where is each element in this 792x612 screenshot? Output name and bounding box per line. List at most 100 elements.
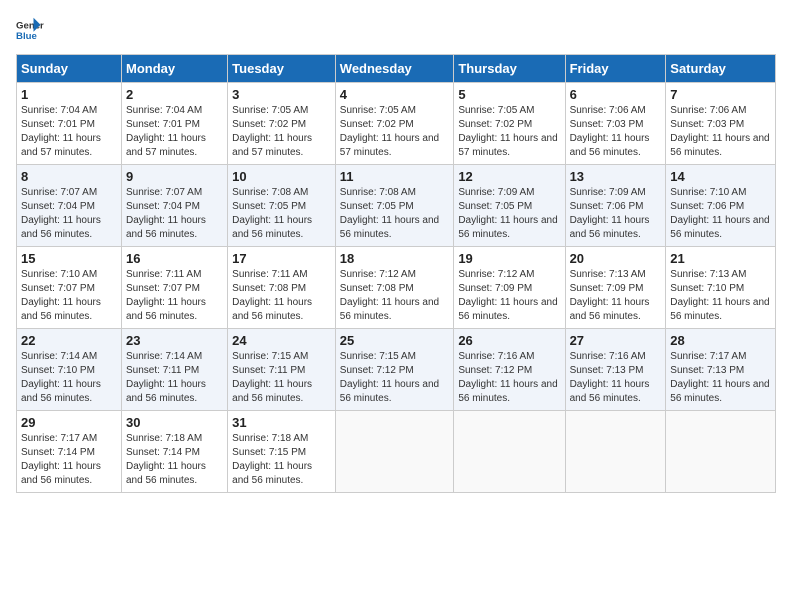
day-number: 18 bbox=[340, 251, 450, 266]
calendar-cell bbox=[335, 411, 454, 493]
calendar-cell: 6 Sunrise: 7:06 AMSunset: 7:03 PMDayligh… bbox=[565, 83, 666, 165]
day-detail: Sunrise: 7:12 AMSunset: 7:08 PMDaylight:… bbox=[340, 268, 450, 324]
day-detail: Sunrise: 7:04 AMSunset: 7:01 PMDaylight:… bbox=[21, 104, 117, 160]
day-number: 12 bbox=[458, 169, 560, 184]
day-number: 27 bbox=[570, 333, 662, 348]
day-number: 15 bbox=[21, 251, 117, 266]
column-header-tuesday: Tuesday bbox=[228, 55, 336, 83]
day-detail: Sunrise: 7:15 AMSunset: 7:11 PMDaylight:… bbox=[232, 350, 331, 406]
day-detail: Sunrise: 7:08 AMSunset: 7:05 PMDaylight:… bbox=[340, 186, 450, 242]
day-number: 2 bbox=[126, 87, 223, 102]
calendar-cell: 22 Sunrise: 7:14 AMSunset: 7:10 PMDaylig… bbox=[17, 329, 122, 411]
calendar-cell: 8 Sunrise: 7:07 AMSunset: 7:04 PMDayligh… bbox=[17, 165, 122, 247]
day-number: 25 bbox=[340, 333, 450, 348]
calendar-cell: 4 Sunrise: 7:05 AMSunset: 7:02 PMDayligh… bbox=[335, 83, 454, 165]
calendar-cell bbox=[565, 411, 666, 493]
day-detail: Sunrise: 7:13 AMSunset: 7:09 PMDaylight:… bbox=[570, 268, 662, 324]
calendar-cell: 16 Sunrise: 7:11 AMSunset: 7:07 PMDaylig… bbox=[122, 247, 228, 329]
day-number: 24 bbox=[232, 333, 331, 348]
calendar-cell: 20 Sunrise: 7:13 AMSunset: 7:09 PMDaylig… bbox=[565, 247, 666, 329]
calendar-week-5: 29 Sunrise: 7:17 AMSunset: 7:14 PMDaylig… bbox=[17, 411, 776, 493]
day-number: 7 bbox=[670, 87, 771, 102]
calendar-cell: 28 Sunrise: 7:17 AMSunset: 7:13 PMDaylig… bbox=[666, 329, 776, 411]
calendar-cell: 21 Sunrise: 7:13 AMSunset: 7:10 PMDaylig… bbox=[666, 247, 776, 329]
calendar-cell: 15 Sunrise: 7:10 AMSunset: 7:07 PMDaylig… bbox=[17, 247, 122, 329]
day-number: 14 bbox=[670, 169, 771, 184]
day-detail: Sunrise: 7:05 AMSunset: 7:02 PMDaylight:… bbox=[340, 104, 450, 160]
calendar-cell: 5 Sunrise: 7:05 AMSunset: 7:02 PMDayligh… bbox=[454, 83, 565, 165]
day-number: 17 bbox=[232, 251, 331, 266]
calendar-cell: 11 Sunrise: 7:08 AMSunset: 7:05 PMDaylig… bbox=[335, 165, 454, 247]
day-number: 1 bbox=[21, 87, 117, 102]
logo: General Blue bbox=[16, 16, 48, 44]
day-number: 23 bbox=[126, 333, 223, 348]
calendar-week-3: 15 Sunrise: 7:10 AMSunset: 7:07 PMDaylig… bbox=[17, 247, 776, 329]
page-header: General Blue bbox=[16, 16, 776, 44]
day-detail: Sunrise: 7:09 AMSunset: 7:06 PMDaylight:… bbox=[570, 186, 662, 242]
day-number: 6 bbox=[570, 87, 662, 102]
calendar-cell: 18 Sunrise: 7:12 AMSunset: 7:08 PMDaylig… bbox=[335, 247, 454, 329]
day-detail: Sunrise: 7:08 AMSunset: 7:05 PMDaylight:… bbox=[232, 186, 331, 242]
calendar-cell: 29 Sunrise: 7:17 AMSunset: 7:14 PMDaylig… bbox=[17, 411, 122, 493]
calendar-cell: 13 Sunrise: 7:09 AMSunset: 7:06 PMDaylig… bbox=[565, 165, 666, 247]
day-number: 8 bbox=[21, 169, 117, 184]
calendar-cell: 17 Sunrise: 7:11 AMSunset: 7:08 PMDaylig… bbox=[228, 247, 336, 329]
day-detail: Sunrise: 7:13 AMSunset: 7:10 PMDaylight:… bbox=[670, 268, 771, 324]
day-number: 29 bbox=[21, 415, 117, 430]
day-number: 9 bbox=[126, 169, 223, 184]
day-number: 10 bbox=[232, 169, 331, 184]
calendar-cell: 12 Sunrise: 7:09 AMSunset: 7:05 PMDaylig… bbox=[454, 165, 565, 247]
calendar-cell: 24 Sunrise: 7:15 AMSunset: 7:11 PMDaylig… bbox=[228, 329, 336, 411]
day-detail: Sunrise: 7:18 AMSunset: 7:15 PMDaylight:… bbox=[232, 432, 331, 488]
day-number: 26 bbox=[458, 333, 560, 348]
column-header-saturday: Saturday bbox=[666, 55, 776, 83]
calendar-cell: 26 Sunrise: 7:16 AMSunset: 7:12 PMDaylig… bbox=[454, 329, 565, 411]
calendar-cell: 1 Sunrise: 7:04 AMSunset: 7:01 PMDayligh… bbox=[17, 83, 122, 165]
calendar-cell: 19 Sunrise: 7:12 AMSunset: 7:09 PMDaylig… bbox=[454, 247, 565, 329]
calendar-week-4: 22 Sunrise: 7:14 AMSunset: 7:10 PMDaylig… bbox=[17, 329, 776, 411]
day-detail: Sunrise: 7:06 AMSunset: 7:03 PMDaylight:… bbox=[670, 104, 771, 160]
day-detail: Sunrise: 7:16 AMSunset: 7:13 PMDaylight:… bbox=[570, 350, 662, 406]
calendar-week-1: 1 Sunrise: 7:04 AMSunset: 7:01 PMDayligh… bbox=[17, 83, 776, 165]
calendar-cell: 31 Sunrise: 7:18 AMSunset: 7:15 PMDaylig… bbox=[228, 411, 336, 493]
calendar-cell: 3 Sunrise: 7:05 AMSunset: 7:02 PMDayligh… bbox=[228, 83, 336, 165]
day-number: 5 bbox=[458, 87, 560, 102]
column-header-monday: Monday bbox=[122, 55, 228, 83]
calendar-week-2: 8 Sunrise: 7:07 AMSunset: 7:04 PMDayligh… bbox=[17, 165, 776, 247]
calendar-table: SundayMondayTuesdayWednesdayThursdayFrid… bbox=[16, 54, 776, 493]
day-detail: Sunrise: 7:07 AMSunset: 7:04 PMDaylight:… bbox=[21, 186, 117, 242]
day-detail: Sunrise: 7:17 AMSunset: 7:13 PMDaylight:… bbox=[670, 350, 771, 406]
day-detail: Sunrise: 7:10 AMSunset: 7:06 PMDaylight:… bbox=[670, 186, 771, 242]
day-number: 20 bbox=[570, 251, 662, 266]
calendar-cell: 23 Sunrise: 7:14 AMSunset: 7:11 PMDaylig… bbox=[122, 329, 228, 411]
day-detail: Sunrise: 7:12 AMSunset: 7:09 PMDaylight:… bbox=[458, 268, 560, 324]
day-number: 19 bbox=[458, 251, 560, 266]
column-header-friday: Friday bbox=[565, 55, 666, 83]
calendar-cell: 30 Sunrise: 7:18 AMSunset: 7:14 PMDaylig… bbox=[122, 411, 228, 493]
column-header-thursday: Thursday bbox=[454, 55, 565, 83]
day-detail: Sunrise: 7:14 AMSunset: 7:10 PMDaylight:… bbox=[21, 350, 117, 406]
day-number: 21 bbox=[670, 251, 771, 266]
day-detail: Sunrise: 7:07 AMSunset: 7:04 PMDaylight:… bbox=[126, 186, 223, 242]
day-detail: Sunrise: 7:17 AMSunset: 7:14 PMDaylight:… bbox=[21, 432, 117, 488]
day-number: 11 bbox=[340, 169, 450, 184]
day-number: 13 bbox=[570, 169, 662, 184]
day-number: 30 bbox=[126, 415, 223, 430]
logo-icon: General Blue bbox=[16, 16, 44, 44]
day-number: 4 bbox=[340, 87, 450, 102]
calendar-cell: 7 Sunrise: 7:06 AMSunset: 7:03 PMDayligh… bbox=[666, 83, 776, 165]
day-detail: Sunrise: 7:05 AMSunset: 7:02 PMDaylight:… bbox=[458, 104, 560, 160]
column-header-sunday: Sunday bbox=[17, 55, 122, 83]
day-detail: Sunrise: 7:15 AMSunset: 7:12 PMDaylight:… bbox=[340, 350, 450, 406]
day-detail: Sunrise: 7:04 AMSunset: 7:01 PMDaylight:… bbox=[126, 104, 223, 160]
day-detail: Sunrise: 7:18 AMSunset: 7:14 PMDaylight:… bbox=[126, 432, 223, 488]
day-detail: Sunrise: 7:11 AMSunset: 7:07 PMDaylight:… bbox=[126, 268, 223, 324]
calendar-cell: 27 Sunrise: 7:16 AMSunset: 7:13 PMDaylig… bbox=[565, 329, 666, 411]
calendar-cell bbox=[454, 411, 565, 493]
calendar-cell: 14 Sunrise: 7:10 AMSunset: 7:06 PMDaylig… bbox=[666, 165, 776, 247]
calendar-cell: 25 Sunrise: 7:15 AMSunset: 7:12 PMDaylig… bbox=[335, 329, 454, 411]
day-detail: Sunrise: 7:05 AMSunset: 7:02 PMDaylight:… bbox=[232, 104, 331, 160]
day-number: 22 bbox=[21, 333, 117, 348]
column-header-wednesday: Wednesday bbox=[335, 55, 454, 83]
day-number: 31 bbox=[232, 415, 331, 430]
